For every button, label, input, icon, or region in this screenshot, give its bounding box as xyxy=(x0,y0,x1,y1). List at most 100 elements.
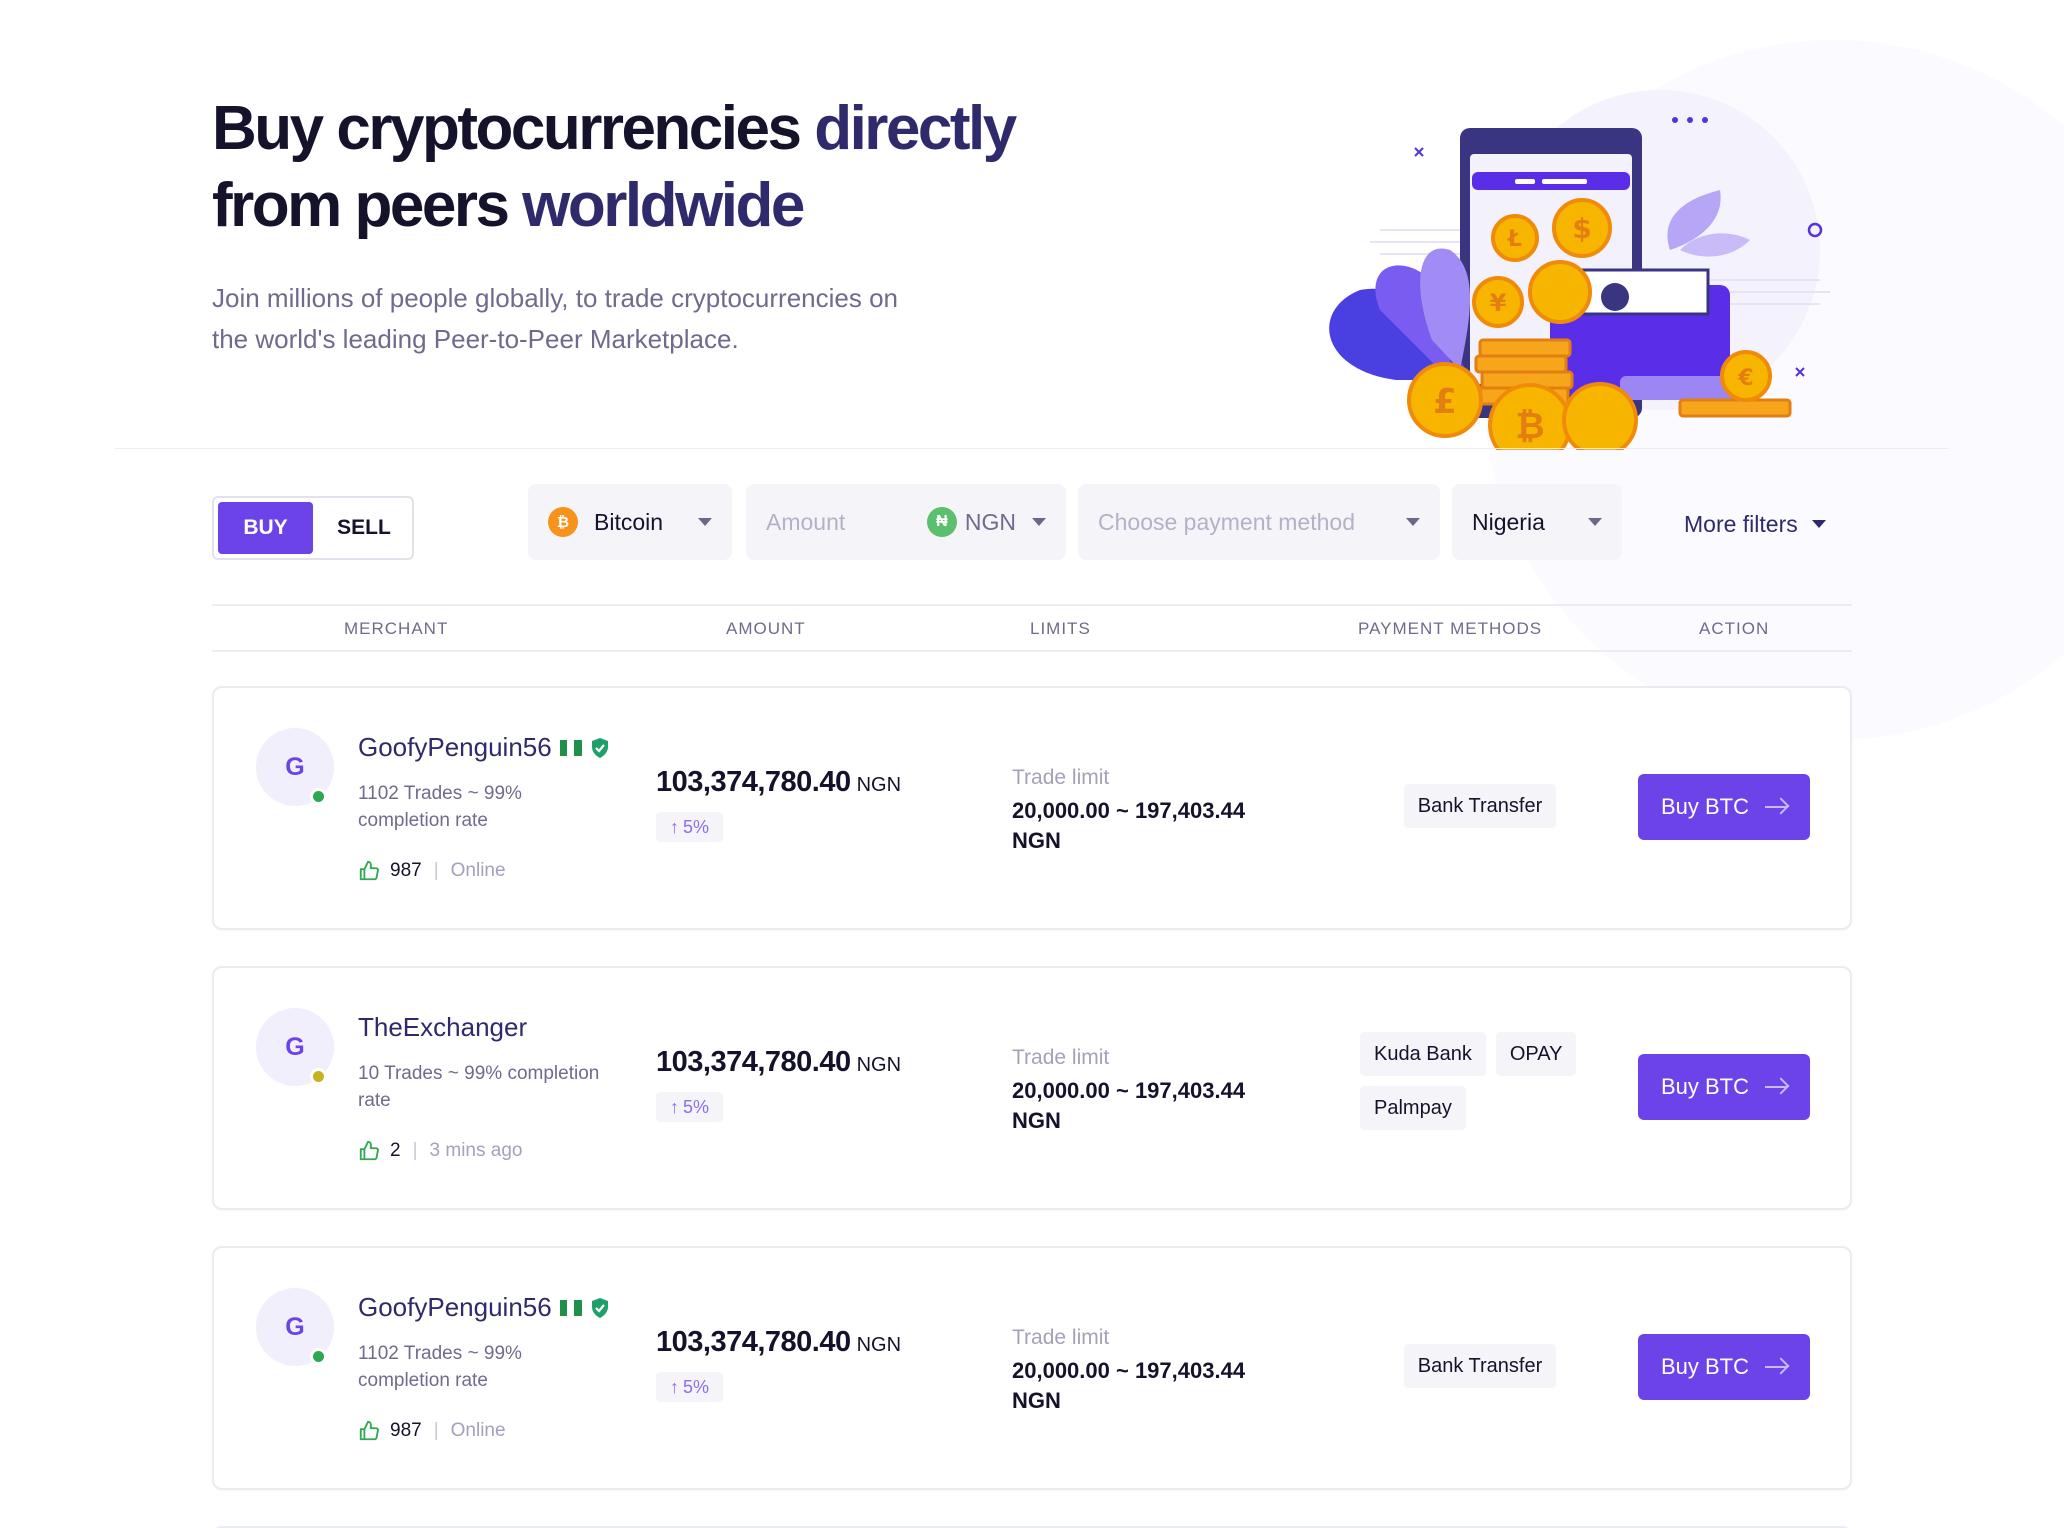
arrow-up-icon: ↑ xyxy=(670,1376,679,1397)
arrow-up-icon: ↑ xyxy=(670,816,679,837)
change-badge: ↑ 5% xyxy=(656,812,724,842)
svg-text:Ł: Ł xyxy=(1507,227,1522,252)
merchant-name-text: TheExchanger xyxy=(358,1012,528,1042)
payment-method-chip: Kuda Bank xyxy=(1360,1032,1486,1076)
payment-method-chip: Bank Transfer xyxy=(1403,784,1557,828)
offer-card: G GoofyPenguin56 1102 Trades ~ 99% compl… xyxy=(212,686,1852,930)
hero-title-part: Buy cryptocurrencies xyxy=(212,94,815,163)
naira-icon: ₦ xyxy=(926,507,957,537)
payment-method-chip: Bank Transfer xyxy=(1403,1344,1557,1388)
svg-text:£: £ xyxy=(1433,382,1457,422)
payment-method-select[interactable]: Choose payment method xyxy=(1078,484,1440,560)
hero-title-accent: worldwide xyxy=(522,171,805,240)
amount-currency: NGN xyxy=(856,1054,902,1076)
svg-text:€: € xyxy=(1737,366,1753,391)
offer-amount: 103,374,780.40 NGN xyxy=(656,766,901,799)
online-status-dot xyxy=(310,1348,327,1365)
trade-limit-label: Trade limit xyxy=(1012,1046,1110,1069)
likes-count: 2 xyxy=(390,1140,401,1161)
amount-field[interactable]: Amount ₦ NGN xyxy=(746,484,1066,560)
payment-method-chip: OPAY xyxy=(1495,1032,1577,1076)
hero-divider xyxy=(115,448,1949,449)
merchant-name[interactable]: TheExchanger xyxy=(358,1012,527,1043)
merchant-name[interactable]: GoofyPenguin56 xyxy=(358,732,610,763)
filter-bar: BUY SELL ₿ Bitcoin Amount ₦ NGN Choose p… xyxy=(212,484,1852,564)
coin-select[interactable]: ₿ Bitcoin xyxy=(528,484,732,560)
nigeria-flag-icon xyxy=(559,739,582,756)
table-header: MERCHANT AMOUNT LIMITS PAYMENT METHODS A… xyxy=(212,604,1852,652)
payment-method-chip: Palmpay xyxy=(1360,1086,1466,1130)
buy-btc-button[interactable]: Buy BTC xyxy=(1638,774,1810,840)
presence-status: Online xyxy=(450,860,506,881)
amount-currency: NGN xyxy=(856,774,902,796)
trade-limit-value: 20,000.00 ~ 197,403.44 NGN xyxy=(1012,1078,1246,1133)
merchant-stats: 10 Trades ~ 99% completion rate xyxy=(358,1063,600,1111)
offer-amount: 103,374,780.40 NGN xyxy=(656,1326,901,1359)
bitcoin-icon: ₿ xyxy=(548,507,578,537)
amount-input[interactable]: Amount xyxy=(766,509,845,536)
trade-limit-label: Trade limit xyxy=(1012,1326,1110,1349)
more-filters-label: More filters xyxy=(1684,510,1798,537)
payment-methods: Bank Transfer xyxy=(1360,1344,1600,1388)
change-value: 5% xyxy=(683,816,710,837)
svg-text:¥: ¥ xyxy=(1490,289,1507,317)
offer-card: G GoofyPenguin56 1102 Trades ~ 99% compl… xyxy=(212,1246,1852,1490)
likes-count: 987 xyxy=(390,1420,422,1441)
amount-value: 103,374,780.40 xyxy=(656,766,851,798)
amount-value: 103,374,780.40 xyxy=(656,1046,851,1078)
merchant-name[interactable]: GoofyPenguin56 xyxy=(358,1292,610,1323)
country-select[interactable]: Nigeria xyxy=(1452,484,1622,560)
change-badge: ↑ 5% xyxy=(656,1092,724,1122)
p2p-marketplace-page: Buy cryptocurrencies directly from peers… xyxy=(0,0,2064,1528)
payment-methods: Kuda Bank OPAY Palmpay xyxy=(1360,1032,1600,1130)
arrow-right-icon xyxy=(1765,806,1788,808)
merchant-stats: 1102 Trades ~ 99% completion rate xyxy=(358,1343,522,1391)
merchant-meta: 987 | Online xyxy=(358,860,506,882)
chevron-down-icon xyxy=(698,518,712,526)
buy-btc-button[interactable]: Buy BTC xyxy=(1638,1334,1810,1400)
likes-count: 987 xyxy=(390,860,422,881)
svg-text:$: $ xyxy=(1572,212,1591,245)
trade-limit-value: 20,000.00 ~ 197,403.44 NGN xyxy=(1012,798,1246,853)
divider: | xyxy=(433,860,439,881)
chevron-down-icon xyxy=(1588,518,1602,526)
buy-btc-button[interactable]: Buy BTC xyxy=(1638,1054,1810,1120)
merchant-meta: 2 | 3 mins ago xyxy=(358,1140,522,1162)
buy-tab[interactable]: BUY xyxy=(218,502,313,554)
hero-title: Buy cryptocurrencies directly from peers… xyxy=(212,90,1112,244)
merchant-stats: 1102 Trades ~ 99% completion rate xyxy=(358,783,522,831)
online-status-dot xyxy=(310,788,327,805)
chevron-down-icon xyxy=(1032,518,1046,526)
buy-btc-label: Buy BTC xyxy=(1660,1354,1750,1379)
hero-title-part: from peers xyxy=(212,171,523,240)
country-select-label: Nigeria xyxy=(1472,508,1545,535)
nigeria-flag-icon xyxy=(559,1299,582,1316)
amount-value: 103,374,780.40 xyxy=(656,1326,851,1358)
away-status-dot xyxy=(310,1068,327,1085)
presence-status: Online xyxy=(450,1420,506,1441)
svg-text:₿: ₿ xyxy=(1515,406,1544,447)
chevron-down-icon xyxy=(1811,520,1826,528)
buy-sell-toggle: BUY SELL xyxy=(212,496,414,560)
arrow-right-icon xyxy=(1765,1366,1788,1368)
merchant-name-text: GoofyPenguin56 xyxy=(358,732,552,762)
arrow-right-icon xyxy=(1765,1086,1788,1088)
offer-amount: 103,374,780.40 NGN xyxy=(656,1046,901,1079)
col-payment-methods: PAYMENT METHODS xyxy=(1358,619,1543,638)
currency-select-label[interactable]: NGN xyxy=(965,509,1016,536)
payment-method-placeholder: Choose payment method xyxy=(1098,508,1355,535)
trade-limit-value: 20,000.00 ~ 197,403.44 NGN xyxy=(1012,1358,1246,1413)
arrow-up-icon: ↑ xyxy=(670,1096,679,1117)
hero-subtitle: Join millions of people globally, to tra… xyxy=(212,283,898,354)
more-filters-button[interactable]: More filters xyxy=(1684,504,1826,544)
crypto-wallet-illustration: Ł $ ¥ € £ ₿ xyxy=(1329,90,1830,450)
payment-methods: Bank Transfer xyxy=(1360,784,1600,828)
change-badge: ↑ 5% xyxy=(656,1372,724,1402)
change-value: 5% xyxy=(683,1376,710,1397)
col-amount: AMOUNT xyxy=(726,619,806,638)
sell-tab[interactable]: SELL xyxy=(322,502,406,554)
col-merchant: MERCHANT xyxy=(344,619,449,638)
coin-select-label: Bitcoin xyxy=(594,508,664,535)
hero-section: Buy cryptocurrencies directly from peers… xyxy=(212,90,1112,360)
buy-btc-label: Buy BTC xyxy=(1660,1074,1750,1099)
